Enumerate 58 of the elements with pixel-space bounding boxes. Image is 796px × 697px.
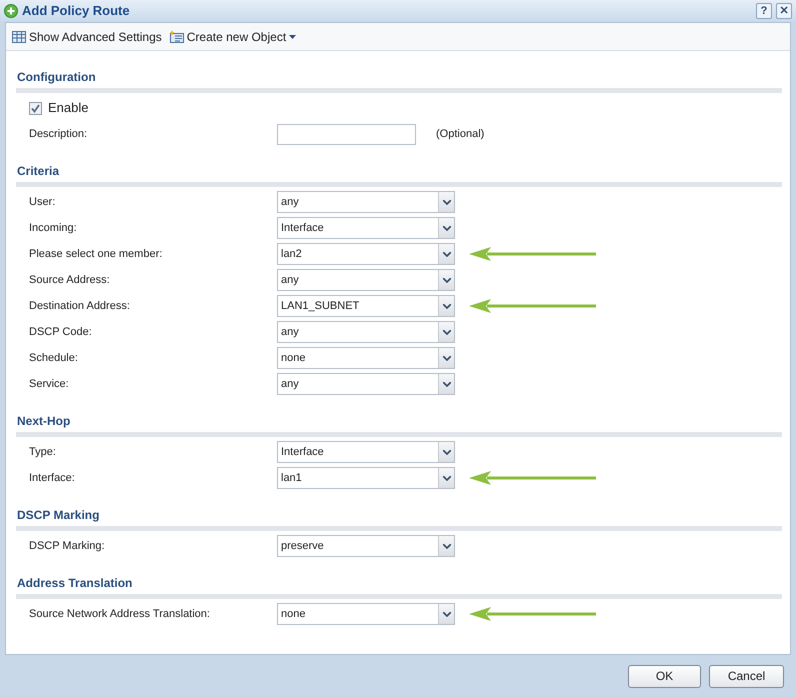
hint-text: (Optional) [436,126,484,142]
object-icon [170,30,184,44]
dropdown[interactable]: none [277,603,455,625]
chevron-down-icon [442,544,450,548]
field-label: Schedule: [29,350,79,366]
section-title: Configuration [16,69,97,85]
section-title: Criteria [16,163,60,179]
chevron-down-icon [442,278,450,282]
field-label: Destination Address: [29,298,131,314]
chevron-down-icon [442,476,450,480]
dropdown[interactable]: any [277,321,455,343]
dropdown[interactable]: any [277,269,455,291]
section-title: DSCP Marking [16,507,100,523]
section-title: Address Translation [16,575,134,591]
chevron-down-icon [442,612,450,616]
cancel-button[interactable]: Cancel [709,664,784,688]
ok-button[interactable]: OK [628,664,701,688]
dropdown[interactable]: any [277,373,455,395]
checkbox-label: Enable [48,99,88,118]
checkbox[interactable] [29,102,42,114]
chevron-down-icon [442,356,450,360]
dropdown[interactable]: none [277,347,455,369]
close-button[interactable]: ✕ [776,3,792,19]
caret-icon [289,34,296,38]
chevron-down-icon [442,304,450,308]
field-label: DSCP Code: [29,324,93,340]
field-label: Incoming: [29,220,78,236]
table-icon [12,30,26,44]
field-label: Interface: [29,470,76,486]
toolbar-button[interactable]: Show Advanced Settings [12,28,162,46]
dropdown[interactable]: Interface [277,217,455,239]
section-title: Next-Hop [16,413,72,429]
check-icon [31,104,40,112]
chevron-down-icon [442,226,450,230]
input-field[interactable] [277,124,416,144]
add-icon [4,4,18,18]
chevron-down-icon [442,450,450,454]
chevron-down-icon [442,200,450,204]
field-label: Please select one member: [29,246,164,262]
field-label: User: [29,194,56,210]
field-label: DSCP Marking: [29,538,106,554]
window-title: Add Policy Route [22,2,130,20]
field-label: Service: [29,376,70,392]
dropdown[interactable]: preserve [277,535,455,557]
toolbar-button[interactable]: Create new Object [170,28,296,46]
dropdown[interactable]: any [277,191,455,213]
chevron-down-icon [442,330,450,334]
dropdown[interactable]: lan2 [277,243,455,265]
chevron-down-icon [442,252,450,256]
chevron-down-icon [442,382,450,386]
field-label: Source Address: [29,272,111,288]
field-label: Description: [29,126,88,142]
dropdown[interactable]: LAN1_SUBNET [277,295,455,317]
field-label: Type: [29,444,57,460]
dropdown[interactable]: lan1 [277,467,455,489]
help-button[interactable]: ? [756,3,772,19]
field-label: Source Network Address Translation: [29,606,211,622]
dropdown[interactable]: Interface [277,441,455,463]
